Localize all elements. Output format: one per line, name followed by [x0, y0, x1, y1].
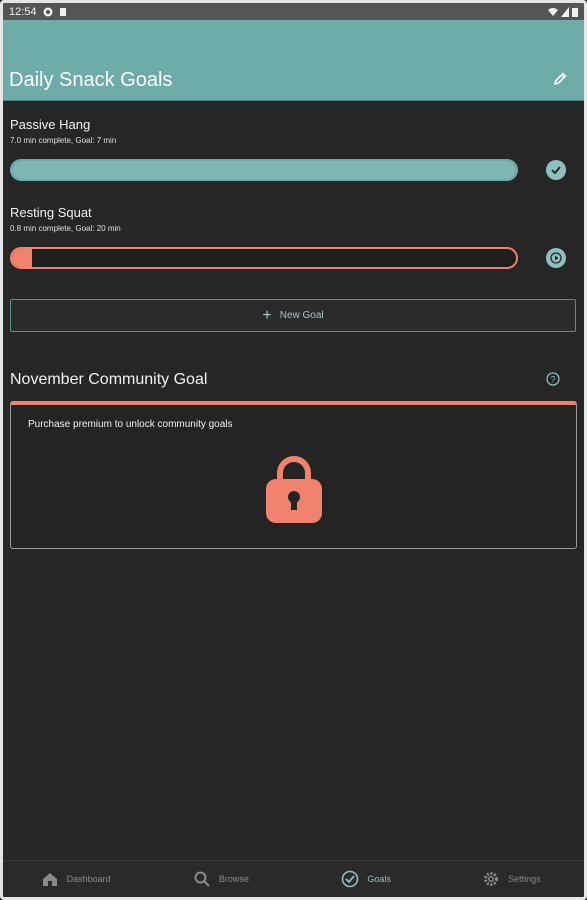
wifi-icon [548, 7, 558, 16]
nav-label: Goals [367, 874, 391, 884]
progress-fill [12, 249, 33, 267]
progress-fill [12, 161, 516, 179]
goal-progress-row [10, 247, 575, 271]
nav-item-settings[interactable]: Settings [439, 861, 584, 897]
locked-message: Purchase premium to unlock community goa… [28, 419, 233, 430]
play-icon[interactable] [546, 248, 566, 268]
battery-icon [572, 7, 578, 17]
notification-icon [43, 7, 53, 16]
community-goal-card[interactable]: Purchase premium to unlock community goa… [10, 401, 577, 549]
goal-title: Resting Squat [10, 205, 92, 220]
check-circle-icon [342, 870, 359, 888]
nav-label: Settings [508, 874, 541, 884]
status-time: 12:54 [9, 5, 37, 18]
nav-label: Browse [218, 874, 249, 884]
goal-title: Passive Hang [10, 117, 91, 132]
goal-subtitle: 7.0 min complete, Goal: 7 min [10, 136, 117, 145]
pencil-icon[interactable] [552, 71, 568, 87]
app-bar: Daily Snack Goals [3, 20, 584, 101]
nav-item-goals[interactable]: Goals [294, 861, 439, 897]
goal-progress-row [10, 159, 575, 183]
goal-progress-bar [10, 159, 518, 181]
gear-icon [484, 872, 499, 886]
new-goal-label: New Goal [279, 310, 324, 321]
page-title: Daily Snack Goals [9, 69, 173, 91]
goal-item-resting-squat[interactable]: Resting Squat 0.8 min complete, Goal: 20… [10, 205, 575, 233]
new-goal-button[interactable]: + New Goal [10, 299, 576, 332]
home-icon [42, 873, 57, 886]
check-circle-icon[interactable] [546, 160, 566, 180]
signal-icon [561, 6, 569, 17]
nav-label: Dashboard [66, 874, 111, 884]
goal-subtitle: 0.8 min complete, Goal: 20 min [10, 224, 121, 233]
status-bar: 12:54 [3, 3, 584, 20]
sim-icon [59, 7, 66, 16]
nav-item-browse[interactable]: Browse [148, 861, 293, 897]
bottom-navigation: Dashboard Browse Goals Settings [3, 860, 584, 897]
svg-text:?: ? [550, 375, 555, 385]
community-goal-title: November Community Goal [10, 371, 208, 388]
help-icon[interactable]: ? [546, 372, 560, 386]
goal-item-passive-hang[interactable]: Passive Hang 7.0 min complete, Goal: 7 m… [10, 117, 575, 145]
goal-progress-bar [10, 247, 518, 269]
search-icon [194, 871, 210, 887]
plus-icon: + [262, 306, 272, 324]
lock-icon [266, 456, 322, 523]
nav-item-dashboard[interactable]: Dashboard [3, 861, 148, 897]
